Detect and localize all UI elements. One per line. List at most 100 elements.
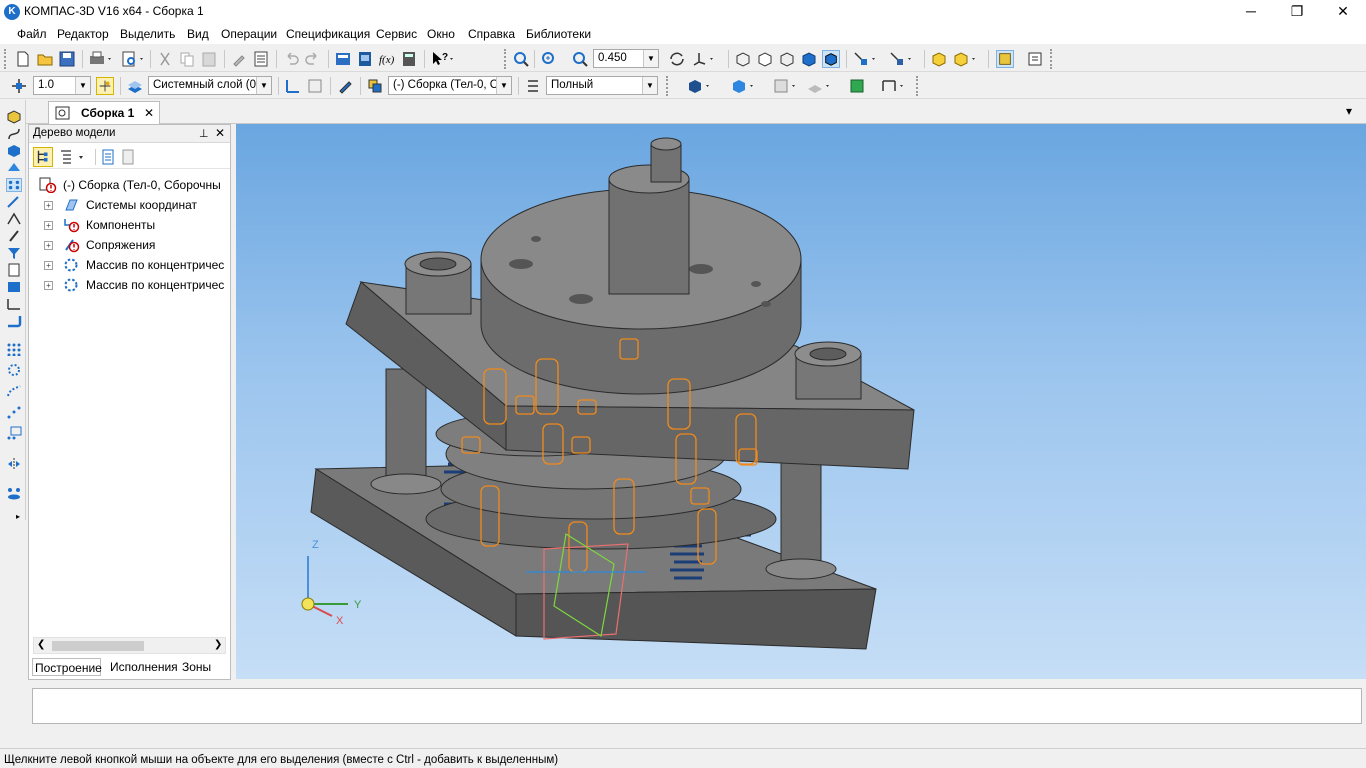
- tab-construction[interactable]: Построение: [32, 658, 102, 676]
- shaded-edges-icon[interactable]: [822, 50, 840, 68]
- measure-icon[interactable]: [6, 297, 22, 311]
- rotate-icon[interactable]: [668, 50, 686, 68]
- expand-arrow-icon[interactable]: ▸: [16, 512, 20, 521]
- manager-icon[interactable]: [334, 50, 352, 68]
- zoom-scale-icon[interactable]: [571, 50, 589, 68]
- tree-item-root[interactable]: (-) Сборка (Тел-0, Сборочны: [29, 175, 230, 195]
- library-manager-icon[interactable]: [356, 50, 374, 68]
- chevron-down-icon[interactable]: ▼: [642, 77, 657, 94]
- aux-geometry-icon[interactable]: [6, 195, 22, 209]
- shank[interactable]: [608, 137, 690, 295]
- chevron-down-icon[interactable]: ▼: [256, 77, 271, 94]
- variables-icon[interactable]: f(x): [378, 50, 396, 68]
- edit-component-icon[interactable]: [336, 77, 354, 95]
- chevron-down-icon[interactable]: ▼: [643, 50, 658, 67]
- context-combo[interactable]: (-) Сборка (Тел-0, С ▼: [388, 76, 512, 95]
- menu-operations[interactable]: Операции: [221, 27, 277, 41]
- material-icon[interactable]: [730, 77, 756, 95]
- horizontal-scrollbar[interactable]: ❮ ❯: [33, 637, 226, 654]
- layer-combo[interactable]: Системный слой (0) ▼: [148, 76, 272, 95]
- spline-icon[interactable]: [6, 127, 22, 141]
- scroll-left-icon[interactable]: ❮: [37, 639, 45, 650]
- 3d-viewport[interactable]: Z Y X: [236, 124, 1366, 679]
- mates-icon[interactable]: [6, 229, 22, 243]
- redo-icon[interactable]: [304, 50, 322, 68]
- properties-icon[interactable]: [252, 50, 270, 68]
- scroll-right-icon[interactable]: ❯: [214, 639, 222, 650]
- curve-array-icon[interactable]: [6, 384, 22, 398]
- toolbar-grip[interactable]: [666, 76, 669, 96]
- display-mode-combo[interactable]: Полный ▼: [546, 76, 658, 95]
- table-array-icon[interactable]: [6, 426, 22, 440]
- assembly-context-icon[interactable]: [366, 77, 384, 95]
- expand-plus-icon[interactable]: +: [44, 201, 53, 210]
- undo-icon[interactable]: [282, 50, 300, 68]
- arrays-icon[interactable]: [6, 178, 22, 192]
- menu-view[interactable]: Вид: [187, 27, 209, 41]
- pin-icon[interactable]: ⊥: [199, 127, 209, 140]
- tree-export-icon[interactable]: [121, 149, 135, 165]
- expand-plus-icon[interactable]: +: [44, 261, 53, 270]
- snap-icon[interactable]: [1026, 50, 1044, 68]
- menu-select[interactable]: Выделить: [120, 27, 175, 41]
- spec-icon[interactable]: [6, 263, 22, 277]
- pattern-icon[interactable]: [6, 486, 22, 500]
- solid-ops-icon[interactable]: [6, 144, 22, 158]
- circular-array-icon[interactable]: [6, 363, 22, 377]
- trace-icon[interactable]: [852, 50, 878, 68]
- dimension-icon[interactable]: [880, 77, 906, 95]
- menu-window[interactable]: Окно: [427, 27, 455, 41]
- chevron-down-icon[interactable]: ▼: [75, 77, 90, 94]
- export-icon[interactable]: [848, 77, 866, 95]
- toolbar-grip[interactable]: [916, 76, 919, 96]
- shaded-icon[interactable]: [800, 50, 818, 68]
- maximize-button[interactable]: ❐: [1274, 0, 1320, 24]
- expand-plus-icon[interactable]: +: [44, 281, 53, 290]
- hidden-lines-icon[interactable]: [756, 50, 774, 68]
- dimensions-icon[interactable]: [6, 212, 22, 226]
- assembly-model[interactable]: Z Y X: [236, 124, 1366, 679]
- chevron-down-icon[interactable]: ▼: [496, 77, 511, 94]
- color-icon[interactable]: [686, 77, 712, 95]
- tree-document-icon[interactable]: [101, 149, 115, 165]
- tab-close-icon[interactable]: ✕: [144, 106, 154, 120]
- zoom-window-icon[interactable]: [512, 50, 530, 68]
- zoom-scale-combo[interactable]: 0.450 ▼: [593, 49, 659, 68]
- open-folder-icon[interactable]: [36, 50, 54, 68]
- tree-item-mates[interactable]: + Сопряжения: [29, 235, 230, 255]
- grid-array-icon[interactable]: [6, 342, 22, 356]
- menu-libraries[interactable]: Библиотеки: [526, 27, 591, 41]
- menu-help[interactable]: Справка: [468, 27, 515, 41]
- tree-view-mode-icon[interactable]: [59, 149, 87, 165]
- cursor-step-icon[interactable]: [10, 77, 28, 95]
- display-mode-icon[interactable]: [524, 77, 542, 95]
- tabs-menu-button[interactable]: ▾: [1346, 104, 1352, 118]
- layers-filter-icon[interactable]: [806, 77, 832, 95]
- surface-icon[interactable]: [6, 161, 22, 175]
- hidden-thin-icon[interactable]: [778, 50, 796, 68]
- mirror-icon[interactable]: [6, 457, 22, 471]
- new-file-icon[interactable]: [14, 50, 32, 68]
- cut-icon[interactable]: [156, 50, 174, 68]
- layer-icon[interactable]: [126, 77, 144, 95]
- toolbar-grip[interactable]: [1050, 49, 1053, 69]
- tree-item-coordinate-systems[interactable]: + Системы координат: [29, 195, 230, 215]
- copy-icon[interactable]: [178, 50, 196, 68]
- filters-icon[interactable]: [6, 246, 22, 260]
- menu-file[interactable]: Файл: [17, 27, 47, 41]
- tab-zones[interactable]: Зоны: [182, 658, 211, 676]
- points-array-icon[interactable]: [6, 405, 22, 419]
- paste-icon[interactable]: [200, 50, 218, 68]
- show-all-icon[interactable]: [996, 50, 1014, 68]
- orientation-icon[interactable]: [690, 50, 716, 68]
- toolbar-grip[interactable]: [4, 49, 7, 69]
- menu-edit[interactable]: Редактор: [57, 27, 109, 41]
- tree-item-components[interactable]: + Компоненты: [29, 215, 230, 235]
- filter-icon[interactable]: [772, 77, 798, 95]
- tree-item-circular-array-2[interactable]: + Массив по концентричес: [29, 275, 230, 295]
- tree-structure-icon[interactable]: [33, 147, 53, 167]
- reports-icon[interactable]: [6, 280, 22, 294]
- section-icon[interactable]: [888, 50, 914, 68]
- print-icon[interactable]: [88, 50, 114, 68]
- tab-assembly-1[interactable]: Сборка 1 ✕: [48, 101, 160, 124]
